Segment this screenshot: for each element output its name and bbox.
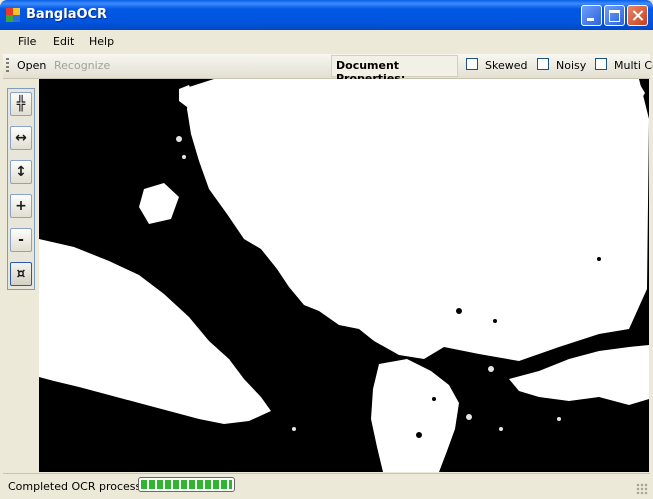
skewed-checkbox[interactable] [466, 58, 478, 70]
app-icon [6, 8, 20, 22]
document-image-canvas[interactable] [39, 79, 649, 472]
toolbar-grip-icon[interactable] [6, 58, 9, 74]
fit-both-button[interactable]: ╬ [10, 92, 32, 116]
menu-file[interactable]: File [18, 35, 36, 48]
fit-height-button[interactable]: ↕ [10, 160, 32, 184]
menu-edit[interactable]: Edit [53, 35, 74, 48]
window-title: BanglaOCR [26, 7, 108, 22]
skewed-label[interactable]: Skewed [485, 59, 527, 72]
noisy-checkbox[interactable] [537, 58, 549, 70]
title-bar[interactable]: BanglaOCR [0, 0, 653, 30]
minimize-button[interactable] [581, 5, 602, 26]
select-region-icon: ¤ [16, 266, 26, 282]
binarized-document-image [39, 79, 649, 472]
zoom-in-button[interactable]: + [10, 194, 32, 218]
document-properties-label-box: Document Properties: [331, 55, 458, 85]
zoom-in-icon: + [15, 198, 27, 214]
fit-width-button[interactable]: ↔ [10, 126, 32, 150]
select-region-button[interactable]: ¤ [10, 262, 32, 286]
resize-grip-icon[interactable] [636, 483, 648, 495]
open-button[interactable]: Open [17, 59, 46, 72]
toolbar: Open Recognize Document Properties: Skew… [3, 54, 653, 85]
maximize-button[interactable] [604, 5, 625, 26]
noisy-label[interactable]: Noisy [556, 59, 586, 72]
menu-bar: File Edit Help [3, 30, 650, 53]
status-text: Completed OCR process.. [8, 480, 149, 493]
fit-both-icon: ╬ [16, 96, 26, 112]
menu-help[interactable]: Help [89, 35, 114, 48]
fit-width-icon: ↔ [15, 130, 27, 146]
zoom-out-icon: - [18, 232, 24, 248]
ocr-progress-fill [141, 480, 232, 489]
status-bar: Completed OCR process.. [3, 473, 650, 497]
close-button[interactable] [627, 5, 648, 26]
zoom-out-button[interactable]: - [10, 228, 32, 252]
app-window: BanglaOCR File Edit Help Open Recognize … [0, 0, 653, 499]
ocr-progress-bar [138, 477, 235, 492]
fit-height-icon: ↕ [15, 164, 27, 180]
multi-column-checkbox[interactable] [595, 58, 607, 70]
recognize-button[interactable]: Recognize [54, 59, 110, 72]
view-tools-panel: ╬ ↔ ↕ + - ¤ [7, 88, 35, 290]
multi-column-label[interactable]: Multi Co [614, 59, 653, 72]
